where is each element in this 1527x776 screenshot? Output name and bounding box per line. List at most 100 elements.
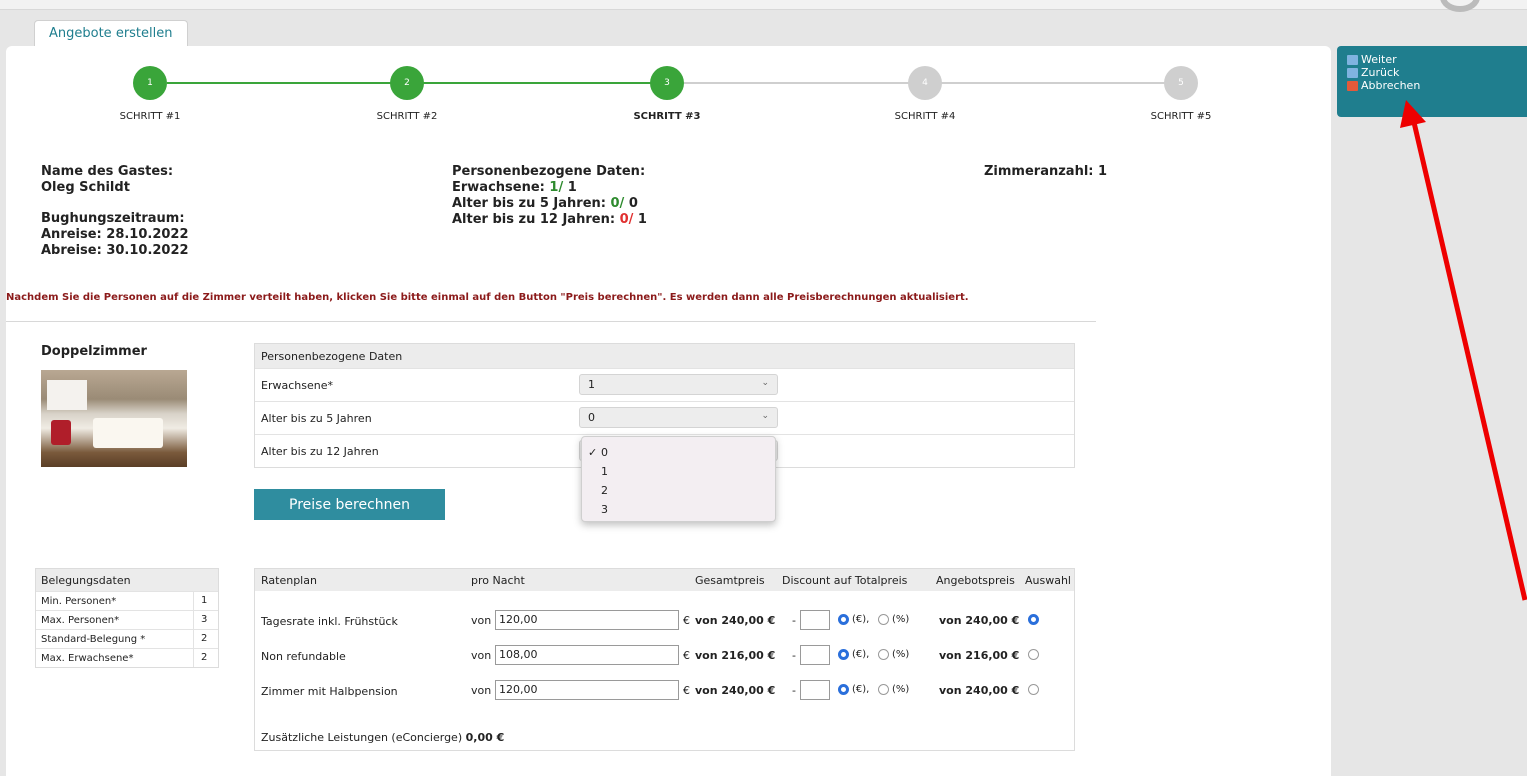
departure-date: Abreise: 30.10.2022 xyxy=(41,243,189,258)
discount-percent-radio[interactable] xyxy=(878,649,889,660)
occupancy-header: Belegungsdaten xyxy=(36,569,218,591)
guest-name: Oleg Schildt xyxy=(41,180,130,195)
occupancy-value: 3 xyxy=(201,614,208,625)
dropdown-option[interactable]: ✓ 0 xyxy=(582,443,775,462)
dropdown-option[interactable]: 1 xyxy=(582,462,775,481)
age12-line: Alter bis zu 12 Jahren: 0/ 1 xyxy=(452,212,647,228)
age5-select[interactable]: 0 ⌄ xyxy=(579,407,778,428)
age5-label: Alter bis zu 5 Jahren: xyxy=(452,196,606,211)
browser-top-bar xyxy=(0,0,1527,10)
occupancy-table: Belegungsdaten Min. Personen* 1 Max. Pers… xyxy=(35,568,219,668)
table-row: Standard-Belegung * 2 xyxy=(36,629,218,648)
header-total: Gesamtpreis xyxy=(695,574,765,587)
option-label: 3 xyxy=(601,503,608,516)
header-discount: Discount auf Totalpreis xyxy=(782,574,908,587)
step-4-circle: 4 xyxy=(908,66,942,100)
discount-percent-radio[interactable] xyxy=(878,684,889,695)
age5-line: Alter bis zu 5 Jahren: 0/ 0 xyxy=(452,196,647,212)
select-rate-radio[interactable] xyxy=(1028,649,1039,660)
table-row: Erwachsene* 1 ⌄ xyxy=(255,368,1074,401)
percent-option-label: (%) xyxy=(892,649,910,660)
select-rate-radio[interactable] xyxy=(1028,614,1039,625)
cancel-icon xyxy=(1347,80,1358,91)
calculate-prices-button[interactable]: Preise berechnen xyxy=(254,489,445,520)
von-label: von xyxy=(471,614,492,627)
guest-name-label: Name des Gastes: xyxy=(41,164,174,179)
chevron-down-icon: ⌄ xyxy=(761,378,769,388)
table-row: Non refundable von 108,00 € von 216,00 €… xyxy=(255,640,1074,670)
option-label: 2 xyxy=(601,484,608,497)
euro-option-label: (€), xyxy=(852,614,870,625)
room-image xyxy=(41,370,187,467)
price-input[interactable]: 120,00 xyxy=(495,610,679,630)
total-price: von 216,00 € xyxy=(695,649,776,662)
checkmark-icon: ✓ xyxy=(588,446,598,459)
table-row: Max. Personen* 3 xyxy=(36,610,218,629)
age5-row-label: Alter bis zu 5 Jahren xyxy=(261,411,372,425)
step-4-label: SCHRITT #4 xyxy=(894,111,956,122)
abbrechen-label: Abbrechen xyxy=(1361,79,1421,92)
action-sidebar: Weiter Zurück Abbrechen xyxy=(1337,46,1527,117)
zurueck-label: Zurück xyxy=(1361,66,1400,79)
age12-label: Alter bis zu 12 Jahren: xyxy=(452,212,616,227)
person-info: Personenbezogene Daten: Erwachsene: 1/ 1… xyxy=(452,164,647,228)
discount-percent-radio[interactable] xyxy=(878,614,889,625)
offer-price: von 240,00 € xyxy=(939,614,1020,627)
discount-euro-radio[interactable] xyxy=(838,614,849,625)
rate-name: Tagesrate inkl. Frühstück xyxy=(261,615,398,628)
table-row: Tagesrate inkl. Frühstück von 120,00 € v… xyxy=(255,605,1074,635)
adults-select-value: 1 xyxy=(588,378,595,391)
step-3-circle: 3 xyxy=(650,66,684,100)
notice-text: Nachdem Sie die Personen auf die Zimmer … xyxy=(6,292,969,303)
step-3-label: SCHRITT #3 xyxy=(633,111,701,122)
adults-label: Erwachsene: xyxy=(452,180,545,195)
total-price: von 240,00 € xyxy=(695,684,776,697)
rates-header: Ratenplan pro Nacht Gesamtpreis Discount… xyxy=(255,569,1074,591)
header-offer: Angebotspreis xyxy=(936,574,1015,587)
discount-input[interactable] xyxy=(800,610,830,630)
dropdown-option[interactable]: 2 xyxy=(582,481,775,500)
extra-services-label: Zusätzliche Leistungen (eConcierge) xyxy=(261,731,463,744)
option-label: 0 xyxy=(601,446,608,459)
table-row: Max. Erwachsene* 2 xyxy=(36,648,218,667)
extra-services: Zusätzliche Leistungen (eConcierge) 0,00… xyxy=(261,731,504,744)
step-1-label: SCHRITT #1 xyxy=(119,111,181,122)
occupancy-label: Max. Erwachsene* xyxy=(41,652,134,664)
forward-icon xyxy=(1347,54,1358,65)
occupancy-label: Min. Personen* xyxy=(41,595,117,607)
von-label: von xyxy=(471,684,492,697)
age5-value: 0/ xyxy=(610,196,625,211)
price-input[interactable]: 108,00 xyxy=(495,645,679,665)
weiter-link[interactable]: Weiter xyxy=(1347,53,1527,66)
dropdown-option[interactable]: 3 xyxy=(582,500,775,519)
adults-total: 1 xyxy=(567,180,577,195)
step-2-circle: 2 xyxy=(390,66,424,100)
euro-label: € xyxy=(683,649,690,662)
price-input[interactable]: 120,00 xyxy=(495,680,679,700)
option-label: 1 xyxy=(601,465,608,478)
adults-select[interactable]: 1 ⌄ xyxy=(579,374,778,395)
header-per-night: pro Nacht xyxy=(471,574,525,587)
divider xyxy=(6,321,1096,322)
discount-euro-radio[interactable] xyxy=(838,684,849,695)
select-rate-radio[interactable] xyxy=(1028,684,1039,695)
header-select: Auswahl xyxy=(1025,574,1071,587)
discount-input[interactable] xyxy=(800,680,830,700)
euro-option-label: (€), xyxy=(852,684,870,695)
tab-angebote-erstellen[interactable]: Angebote erstellen xyxy=(34,20,188,47)
persons-title: Personenbezogene Daten: xyxy=(452,164,646,179)
rate-name: Non refundable xyxy=(261,650,346,663)
dash-label: - xyxy=(792,684,796,697)
booking-period-label: Bughungszeitraum: xyxy=(41,211,185,226)
occupancy-label: Max. Personen* xyxy=(41,614,120,626)
room-title: Doppelzimmer xyxy=(41,344,147,359)
discount-input[interactable] xyxy=(800,645,830,665)
abbrechen-link[interactable]: Abbrechen xyxy=(1347,79,1527,92)
persons-table-header: Personenbezogene Daten xyxy=(255,344,1074,368)
logo-icon xyxy=(1440,0,1480,12)
age12-total: 1 xyxy=(637,212,647,227)
discount-euro-radio[interactable] xyxy=(838,649,849,660)
occupancy-label: Standard-Belegung * xyxy=(41,633,146,645)
zurueck-link[interactable]: Zurück xyxy=(1347,66,1527,79)
header-plan: Ratenplan xyxy=(261,574,317,587)
